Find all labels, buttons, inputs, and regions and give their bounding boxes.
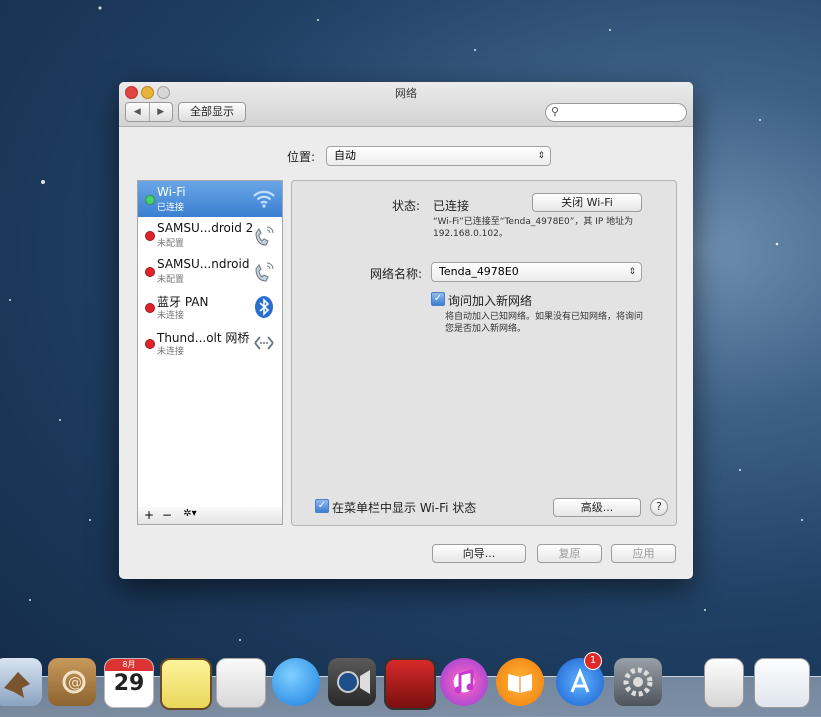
phone-icon (255, 262, 274, 282)
facetime-icon[interactable] (328, 658, 376, 706)
revert-button[interactable]: 复原 (537, 544, 602, 563)
back-button[interactable]: ◀ (126, 103, 150, 121)
service-list: Wi-Fi 已连接 SAMSU...droid 2 未配置 SAMSU...nd… (137, 180, 283, 509)
network-name-label: 网络名称: (370, 267, 423, 281)
network-preferences-window: 网络 ◀ ▶ 全部显示 ⚲ 位置: 自动 ⇕ Wi-Fi 已连接 SAMSU..… (119, 82, 693, 579)
service-status: 未配置 (157, 275, 185, 285)
status-dot (145, 267, 155, 277)
location-label: 位置: (287, 150, 316, 164)
service-status: 未配置 (157, 239, 185, 249)
status-label: 状态: (392, 199, 421, 213)
remove-service-button[interactable]: − (160, 508, 174, 522)
calendar-day: 29 (113, 671, 145, 696)
status-value: 已连接 (433, 199, 470, 213)
help-button[interactable]: ? (650, 498, 668, 516)
service-status: 未连接 (157, 311, 185, 321)
calendar-month: 8月 (105, 659, 153, 671)
status-description-line-2: 192.168.0.102。 (433, 229, 508, 239)
service-name: SAMSU...droid 2 (157, 221, 254, 235)
location-value: 自动 (334, 149, 356, 162)
messages-icon[interactable] (272, 658, 320, 706)
network-name-value: Tenda_4978E0 (439, 265, 519, 278)
status-dot (145, 231, 155, 241)
finder-document-icon[interactable] (754, 658, 810, 708)
advanced-button[interactable]: 高级... (553, 498, 641, 517)
itunes-icon[interactable] (440, 658, 488, 706)
nav-back-forward: ◀ ▶ (125, 102, 173, 122)
calendar-icon[interactable]: 8月 29 (104, 658, 154, 708)
show-wifi-menubar-label: 在菜单栏中显示 Wi-Fi 状态 (332, 501, 477, 515)
search-field[interactable]: ⚲ (545, 103, 687, 122)
title-bar: 网络 ◀ ▶ 全部显示 ⚲ (119, 82, 693, 127)
reminders-icon[interactable] (216, 658, 266, 708)
gear-icon[interactable]: ✲▾ (178, 508, 202, 519)
appstore-badge: 1 (584, 652, 602, 670)
svg-text:@: @ (68, 675, 82, 691)
service-status: 未连接 (157, 347, 185, 357)
apply-button[interactable]: 应用 (611, 544, 676, 563)
service-name: SAMSU...ndroid (157, 257, 250, 271)
preview-icon[interactable] (704, 658, 744, 708)
status-dot (145, 195, 155, 205)
dock: @ 8月 29 1 (0, 652, 821, 717)
status-description-line-1: “Wi-Fi”已连接至“Tenda_4978E0”，其 IP 地址为 (433, 217, 634, 227)
service-item-bluetooth-pan[interactable]: 蓝牙 PAN 未连接 (138, 289, 282, 325)
window-title: 网络 (395, 87, 417, 100)
wifi-icon (253, 190, 275, 208)
show-all-button[interactable]: 全部显示 (178, 102, 246, 122)
updown-arrows-icon: ⇕ (537, 151, 545, 161)
service-name: Wi-Fi (157, 185, 186, 199)
bluetooth-icon (255, 296, 273, 318)
ask-join-label: 询问加入新网络 (448, 294, 533, 308)
service-list-toolbar: + − ✲▾ (137, 507, 283, 525)
add-service-button[interactable]: + (142, 508, 156, 522)
notes-icon[interactable] (160, 658, 212, 710)
service-item-samsung-1[interactable]: SAMSU...droid 2 未配置 (138, 217, 282, 253)
contacts-icon[interactable]: @ (48, 658, 96, 706)
service-item-thunderbolt-bridge[interactable]: Thund...olt 网桥 未连接 (138, 325, 282, 361)
mail-icon[interactable] (0, 658, 42, 706)
ask-join-description-line-1: 将自动加入已知网络。如果没有已知网络，将询问 (445, 312, 644, 322)
updown-arrows-icon: ⇕ (628, 267, 636, 277)
service-item-wifi[interactable]: Wi-Fi 已连接 (138, 181, 282, 217)
bridge-icon (254, 336, 274, 350)
ibooks-icon[interactable] (496, 658, 544, 706)
ask-join-description-line-2: 您是否加入新网络。 (445, 324, 527, 334)
ask-join-checkbox[interactable]: ✓ (431, 292, 445, 306)
photobooth-icon[interactable] (384, 658, 436, 710)
service-item-samsung-2[interactable]: SAMSU...ndroid 未配置 (138, 253, 282, 289)
status-dot (145, 339, 155, 349)
assist-me-button[interactable]: 向导... (432, 544, 526, 563)
phone-icon (255, 226, 274, 246)
location-select[interactable]: 自动 ⇕ (326, 146, 551, 166)
forward-button[interactable]: ▶ (150, 103, 173, 121)
network-name-select[interactable]: Tenda_4978E0 ⇕ (431, 262, 642, 282)
system-preferences-icon[interactable] (614, 658, 662, 706)
appstore-icon[interactable]: 1 (556, 652, 604, 706)
turn-off-wifi-button[interactable]: 关闭 Wi-Fi (532, 193, 642, 212)
wifi-detail-panel: 状态: 已连接 关闭 Wi-Fi “Wi-Fi”已连接至“Tenda_4978E… (291, 180, 677, 526)
show-wifi-menubar-checkbox[interactable]: ✓ (315, 499, 329, 513)
status-dot (145, 303, 155, 313)
search-icon: ⚲ (551, 105, 560, 118)
search-input[interactable] (564, 105, 683, 121)
service-status: 已连接 (157, 203, 185, 213)
